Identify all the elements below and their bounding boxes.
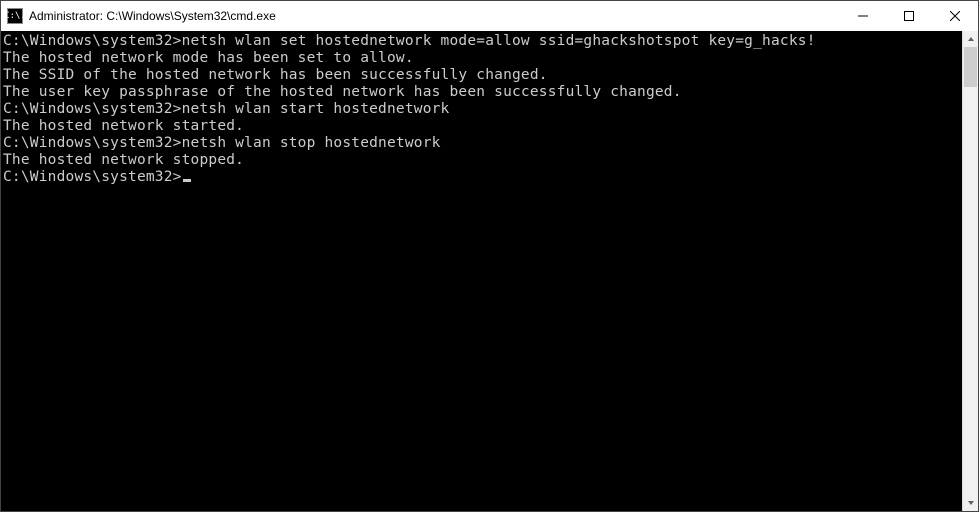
- terminal-line: The hosted network stopped.: [3, 152, 962, 169]
- terminal-line: The user key passphrase of the hosted ne…: [3, 84, 962, 101]
- cursor-icon: [183, 179, 191, 182]
- terminal-line: The hosted network started.: [3, 118, 962, 135]
- window-controls: [840, 1, 978, 31]
- scroll-track[interactable]: [963, 47, 978, 495]
- minimize-button[interactable]: [840, 1, 886, 31]
- maximize-button[interactable]: [886, 1, 932, 31]
- terminal-line: C:\Windows\system32>netsh wlan stop host…: [3, 135, 962, 152]
- titlebar[interactable]: C:\. Administrator: C:\Windows\System32\…: [1, 1, 978, 31]
- scroll-up-arrow-icon[interactable]: [963, 31, 978, 47]
- window-title: Administrator: C:\Windows\System32\cmd.e…: [29, 9, 276, 23]
- terminal-line: The hosted network mode has been set to …: [3, 50, 962, 67]
- terminal-output[interactable]: C:\Windows\system32>netsh wlan set hoste…: [1, 31, 962, 511]
- scroll-down-arrow-icon[interactable]: [963, 495, 978, 511]
- terminal-line: C:\Windows\system32>: [3, 169, 962, 186]
- terminal-line: The SSID of the hosted network has been …: [3, 67, 962, 84]
- cmd-window: C:\. Administrator: C:\Windows\System32\…: [0, 0, 979, 512]
- vertical-scrollbar[interactable]: [962, 31, 978, 511]
- close-button[interactable]: [932, 1, 978, 31]
- cmd-icon: C:\.: [7, 8, 23, 24]
- scroll-thumb[interactable]: [964, 47, 977, 87]
- client-area: C:\Windows\system32>netsh wlan set hoste…: [1, 31, 978, 511]
- terminal-line: C:\Windows\system32>netsh wlan start hos…: [3, 101, 962, 118]
- terminal-line: C:\Windows\system32>netsh wlan set hoste…: [3, 33, 962, 50]
